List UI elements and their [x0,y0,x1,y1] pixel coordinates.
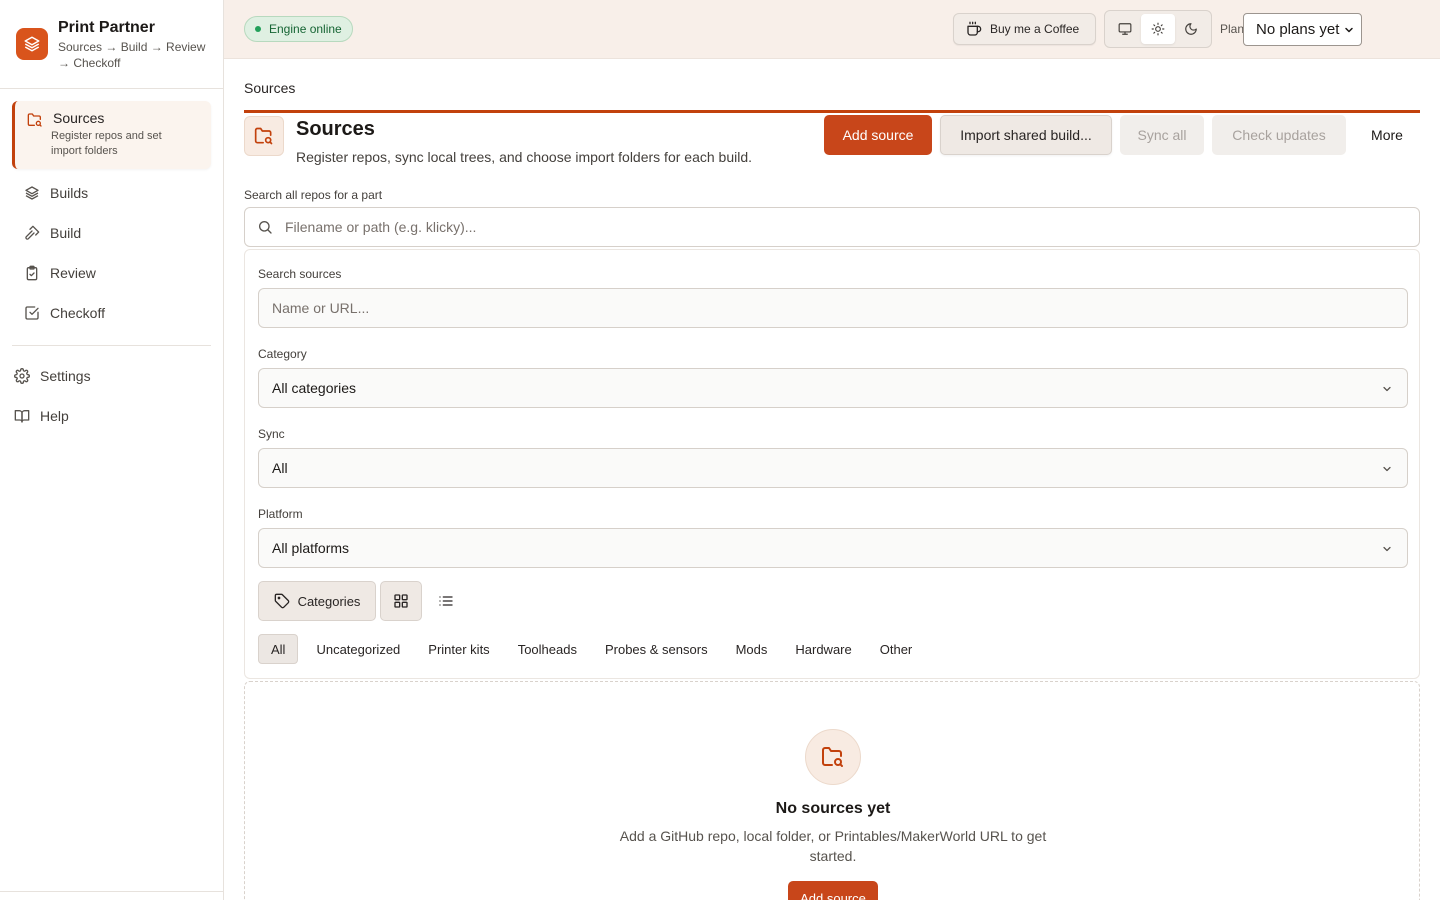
empty-state-text: Add a GitHub repo, local folder, or Prin… [619,828,1047,864]
theme-dark-button[interactable] [1175,14,1208,44]
page-header: Sources Register repos, sync local trees… [244,110,1420,170]
coffee-icon [966,21,982,37]
tag-icon [274,593,290,609]
chevron-down-icon [1381,543,1393,555]
add-source-button[interactable]: Add source [824,115,932,155]
layers-icon [24,185,40,201]
category-chip-other[interactable]: Other [870,634,923,664]
page-title: Sources [296,118,375,140]
category-chip-toolheads[interactable]: Toolheads [508,634,587,664]
brand: Print Partner Sources → Build → Review →… [0,0,223,89]
sidebar-item-help[interactable]: Help [12,396,211,436]
buy-coffee-button[interactable]: Buy me a Coffee [953,13,1096,45]
category-label: Category [258,347,307,361]
grid-view-button[interactable] [380,581,422,621]
sidebar-footer-divider [0,891,223,892]
sync-all-button[interactable]: Sync all [1120,115,1204,155]
sidebar-item-label: Build [50,225,82,241]
source-search-label: Search sources [258,267,342,281]
empty-add-source-button[interactable]: Add source [788,881,878,900]
page-subtitle: Register repos, sync local trees, and ch… [296,149,753,165]
part-search-label: Search all repos for a part [244,188,383,202]
theme-toggle [1104,10,1212,48]
categories-button-label: Categories [297,593,361,609]
sidebar-item-label: Help [40,408,69,424]
theme-light-button[interactable] [1141,14,1175,44]
sidebar-item-build[interactable]: Build [12,213,211,253]
empty-state-title: No sources yet [775,800,891,817]
monitor-icon [1118,22,1132,36]
app-logo-icon [16,28,48,60]
filter-panel: Search sources Name or URL... Category A… [244,249,1420,679]
nav-divider [12,345,211,346]
import-shared-build-button[interactable]: Import shared build... [940,115,1112,155]
sidebar: Print Partner Sources → Build → Review →… [0,0,224,900]
source-search-input[interactable]: Name or URL... [258,288,1408,328]
moon-icon [1184,22,1198,36]
category-chip-probes-sensors[interactable]: Probes & sensors [595,634,718,664]
app-title: Print Partner [58,19,155,36]
sidebar-item-label: Sources [53,110,105,126]
empty-state: No sources yet Add a GitHub repo, local … [244,681,1420,900]
search-icon [257,219,273,235]
sidebar-item-settings[interactable]: Settings [12,356,211,396]
hammer-icon [24,225,40,241]
source-search-placeholder: Name or URL... [272,300,370,316]
sidebar-item-desc: Register repos and set import folders [51,130,162,157]
category-select[interactable]: All categories [258,368,1408,408]
part-search-input[interactable]: Filename or path (e.g. klicky)... [244,207,1420,247]
sidebar-item-review[interactable]: Review [12,253,211,293]
category-chip-printer-kits[interactable]: Printer kits [418,634,499,664]
buy-coffee-label: Buy me a Coffee [990,22,1080,36]
plan-label: Plan [1220,22,1245,36]
sun-icon [1151,22,1165,36]
folder-search-icon [27,112,43,128]
chevron-down-icon [1381,383,1393,395]
sidebar-item-label: Checkoff [50,305,105,321]
list-icon [438,593,454,609]
category-select-value: All categories [272,380,357,396]
platform-select[interactable]: All platforms [258,528,1408,568]
book-icon [14,408,30,424]
more-button[interactable]: More [1354,115,1420,155]
category-chip-mods[interactable]: Mods [726,634,778,664]
sync-select-value: All [272,460,288,476]
folder-search-icon [805,729,861,785]
top-bar: Engine online Buy me a Coffee Plan No pl… [224,0,1440,59]
platform-select-value: All platforms [272,540,350,556]
category-chip-uncategorized[interactable]: Uncategorized [306,634,410,664]
part-search-placeholder: Filename or path (e.g. klicky)... [285,219,477,235]
app-subtitle: Sources → Build → Review → Checkoff [58,40,206,70]
theme-system-button[interactable] [1108,14,1141,44]
sidebar-item-builds[interactable]: Builds [12,173,211,213]
category-chips: All Uncategorized Printer kits Toolheads… [258,634,930,664]
status-badge: Engine online [244,16,353,42]
plan-select-value: No plans yet [1256,21,1340,38]
sync-label: Sync [258,427,285,441]
plan-select[interactable]: No plans yet [1243,13,1362,46]
sidebar-item-label: Review [50,265,96,281]
folder-search-icon [244,116,284,156]
sidebar-item-label: Settings [40,368,91,384]
check-updates-button[interactable]: Check updates [1212,115,1346,155]
category-chip-all[interactable]: All [258,634,299,664]
clipboard-icon [24,265,40,281]
category-chip-hardware[interactable]: Hardware [785,634,861,664]
sync-select[interactable]: All [258,448,1408,488]
gear-icon [14,368,30,384]
grid-icon [393,593,409,609]
chevron-down-icon [1381,463,1393,475]
categories-button[interactable]: Categories [258,581,376,621]
chevron-down-icon [1343,24,1355,36]
main-nav: Sources Register repos and set import fo… [0,89,223,436]
checkbox-icon [24,305,40,321]
platform-label: Platform [258,507,303,521]
sidebar-item-sources[interactable]: Sources Register repos and set import fo… [12,101,211,169]
sidebar-item-checkoff[interactable]: Checkoff [12,293,211,333]
sidebar-item-label: Builds [50,185,89,201]
list-view-button[interactable] [426,581,466,621]
breadcrumb: Sources [244,80,296,96]
